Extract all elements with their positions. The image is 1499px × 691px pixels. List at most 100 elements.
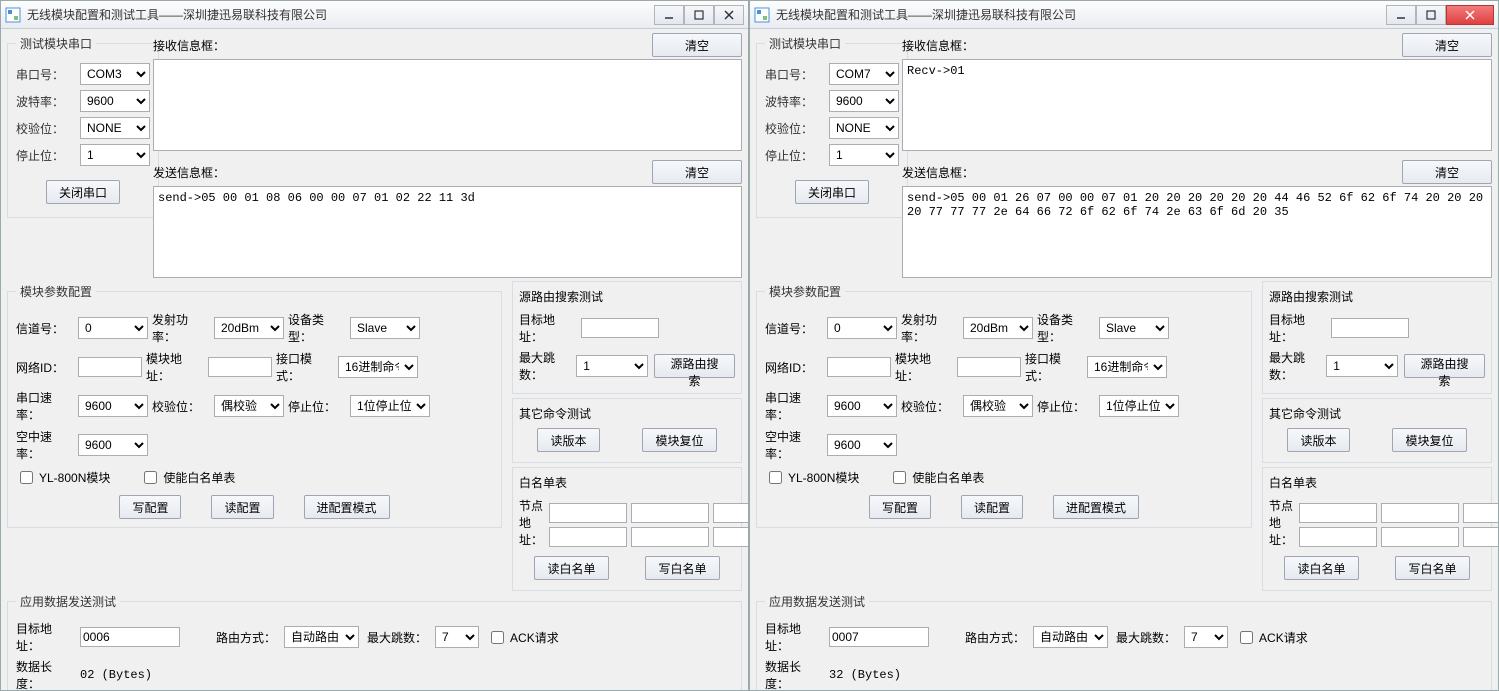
ifmode-select[interactable]: 16进制命令 [338, 356, 418, 378]
netid-input[interactable] [827, 357, 891, 377]
route-search-button[interactable]: 源路由搜索 [1404, 354, 1485, 378]
close-button[interactable] [714, 5, 744, 25]
yl800n-checkbox[interactable]: YL-800N模块 [765, 468, 859, 487]
minimize-button[interactable] [654, 5, 684, 25]
read-config-button[interactable]: 读配置 [961, 495, 1023, 519]
netid-input[interactable] [78, 357, 142, 377]
send-textarea[interactable]: send->05 00 01 08 06 00 00 07 01 02 22 1… [153, 186, 742, 278]
ack-checkbox[interactable]: ACK请求 [487, 628, 559, 647]
baud-label: 波特率： [16, 93, 74, 110]
wl-input-5[interactable] [1381, 527, 1459, 547]
txpwr-select[interactable]: 20dBm [214, 317, 284, 339]
ifmode-select[interactable]: 16进制命令 [1087, 356, 1167, 378]
app-target-input[interactable] [80, 627, 180, 647]
close-button[interactable] [1446, 5, 1494, 25]
baud-select[interactable]: 9600 [80, 90, 150, 112]
app-hops-label: 最大跳数： [1116, 629, 1176, 646]
wl-input-2[interactable] [631, 503, 709, 523]
cfg-parity-select[interactable]: 偶校验 [963, 395, 1033, 417]
whitelist-enable-checkbox[interactable]: 使能白名单表 [889, 468, 984, 487]
data-len-value: 32 (Bytes) [829, 668, 901, 682]
uart-select[interactable]: 9600 [78, 395, 148, 417]
wl-input-2[interactable] [1381, 503, 1459, 523]
wl-input-1[interactable] [1299, 503, 1377, 523]
close-port-button[interactable]: 关闭串口 [46, 180, 120, 204]
read-whitelist-button[interactable]: 读白名单 [534, 556, 608, 580]
port-label: 串口号： [16, 66, 74, 83]
route-hops-select[interactable]: 1 [1326, 355, 1398, 377]
cfg-stop-select[interactable]: 1位停止位 [350, 395, 430, 417]
recv-textarea[interactable] [153, 59, 742, 151]
app-route-select[interactable]: 自动路由 [1033, 626, 1108, 648]
read-config-button[interactable]: 读配置 [211, 495, 273, 519]
recv-clear-button[interactable]: 清空 [652, 33, 742, 57]
route-target-input[interactable] [1331, 318, 1409, 338]
devtype-select[interactable]: Slave [350, 317, 420, 339]
cfg-stop-select[interactable]: 1位停止位 [1099, 395, 1179, 417]
wl-input-4[interactable] [549, 527, 627, 547]
minimize-button[interactable] [1386, 5, 1416, 25]
modaddr-input[interactable] [957, 357, 1021, 377]
read-whitelist-button[interactable]: 读白名单 [1284, 556, 1358, 580]
wl-input-3[interactable] [1463, 503, 1498, 523]
write-whitelist-button[interactable]: 写白名单 [645, 556, 719, 580]
parity-select[interactable]: NONE [80, 117, 150, 139]
wl-input-3[interactable] [713, 503, 748, 523]
port-select[interactable]: COM3 [80, 63, 150, 85]
wl-input-4[interactable] [1299, 527, 1377, 547]
route-hops-select[interactable]: 1 [576, 355, 648, 377]
app-icon [754, 7, 770, 23]
module-reset-button[interactable]: 模块复位 [642, 428, 716, 452]
send-clear-button[interactable]: 清空 [1402, 160, 1492, 184]
write-whitelist-button[interactable]: 写白名单 [1395, 556, 1469, 580]
port-select[interactable]: COM7 [829, 63, 899, 85]
app-target-input[interactable] [829, 627, 929, 647]
wl-input-1[interactable] [549, 503, 627, 523]
enter-config-button[interactable]: 进配置模式 [1053, 495, 1139, 519]
app-route-select[interactable]: 自动路由 [284, 626, 359, 648]
write-config-button[interactable]: 写配置 [869, 495, 931, 519]
window-buttons [654, 5, 744, 25]
cfg-parity-select[interactable]: 偶校验 [214, 395, 284, 417]
modaddr-input[interactable] [208, 357, 272, 377]
send-textarea[interactable]: send->05 00 01 26 07 00 00 07 01 20 20 2… [902, 186, 1492, 278]
route-target-input[interactable] [581, 318, 659, 338]
read-version-button[interactable]: 读版本 [1287, 428, 1349, 452]
app-send-group: 应用数据发送测试 目标地址： 路由方式： 自动路由 最大跳数： 7 ACK请求 … [7, 593, 742, 690]
enter-config-button[interactable]: 进配置模式 [304, 495, 390, 519]
route-search-button[interactable]: 源路由搜索 [654, 354, 735, 378]
air-select[interactable]: 9600 [827, 434, 897, 456]
channel-select[interactable]: 0 [827, 317, 897, 339]
app-hops-select[interactable]: 7 [435, 626, 479, 648]
read-version-button[interactable]: 读版本 [537, 428, 599, 452]
recv-clear-button[interactable]: 清空 [1402, 33, 1492, 57]
other-legend: 其它命令测试 [519, 405, 735, 422]
close-port-button[interactable]: 关闭串口 [795, 180, 869, 204]
parity-select[interactable]: NONE [829, 117, 899, 139]
write-config-button[interactable]: 写配置 [119, 495, 181, 519]
txpwr-select[interactable]: 20dBm [963, 317, 1033, 339]
send-clear-button[interactable]: 清空 [652, 160, 742, 184]
uart-select[interactable]: 9600 [827, 395, 897, 417]
maximize-button[interactable] [684, 5, 714, 25]
wl-input-6[interactable] [1463, 527, 1498, 547]
wl-input-6[interactable] [713, 527, 748, 547]
config-group: 模块参数配置 信道号：0 发射功率：20dBm 设备类型：Slave 网络ID：… [7, 283, 502, 528]
client-area: 测试模块串口 串口号：COM7 波特率：9600 校验位：NONE 停止位：1 … [750, 29, 1498, 690]
app-hops-select[interactable]: 7 [1184, 626, 1228, 648]
route-test-group: 源路由搜索测试 目标地址： 最大跳数：1源路由搜索 [1262, 281, 1492, 394]
route-hops-label: 最大跳数： [519, 349, 570, 383]
module-reset-button[interactable]: 模块复位 [1392, 428, 1466, 452]
yl800n-checkbox[interactable]: YL-800N模块 [16, 468, 110, 487]
stop-select[interactable]: 1 [829, 144, 899, 166]
baud-select[interactable]: 9600 [829, 90, 899, 112]
recv-textarea[interactable]: Recv->01 [902, 59, 1492, 151]
channel-select[interactable]: 0 [78, 317, 148, 339]
ack-checkbox[interactable]: ACK请求 [1236, 628, 1308, 647]
wl-input-5[interactable] [631, 527, 709, 547]
stop-select[interactable]: 1 [80, 144, 150, 166]
maximize-button[interactable] [1416, 5, 1446, 25]
whitelist-enable-checkbox[interactable]: 使能白名单表 [140, 468, 235, 487]
devtype-select[interactable]: Slave [1099, 317, 1169, 339]
air-select[interactable]: 9600 [78, 434, 148, 456]
